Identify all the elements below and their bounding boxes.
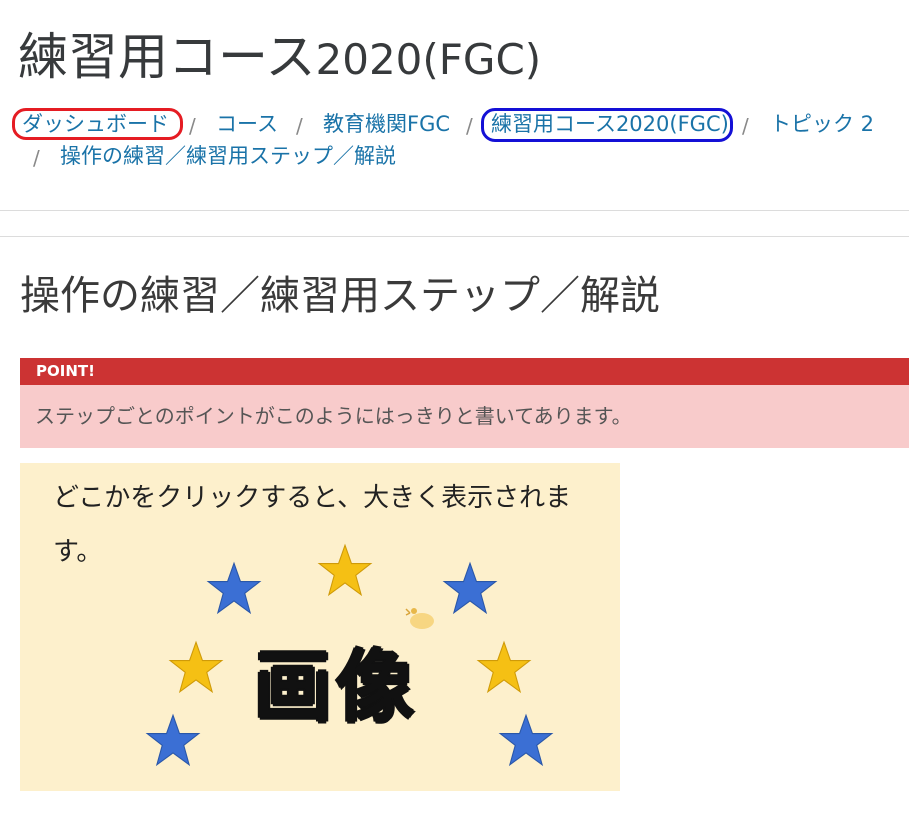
breadcrumb-separator: / <box>33 146 40 170</box>
breadcrumb-institution[interactable]: 教育機関FGC <box>323 110 450 138</box>
breadcrumb-current-page[interactable]: 操作の練習／練習用ステップ／解説 <box>60 142 396 170</box>
point-callout: POINT! ステップごとのポイントがこのようにはっきりと書いてあります。 <box>20 358 909 448</box>
gold-star-icon <box>476 640 532 694</box>
blue-star-icon <box>206 561 262 615</box>
red-highlight-ellipse <box>12 108 183 140</box>
blue-star-icon <box>145 713 201 767</box>
divider <box>0 210 909 211</box>
course-title-main: 練習用コース <box>18 28 316 86</box>
breadcrumb-separator: / <box>296 114 303 138</box>
blue-star-icon <box>442 561 498 615</box>
point-text: ステップごとのポイントがこのようにはっきりと書いてあります。 <box>35 404 632 428</box>
clickable-image[interactable]: どこかをクリックすると、大きく表示されます。 画像 <box>20 463 620 791</box>
breadcrumb-topic[interactable]: トピック 2 <box>770 110 874 138</box>
gold-star-icon <box>168 640 224 694</box>
breadcrumb-separator: / <box>189 114 196 138</box>
breadcrumb-separator: / <box>742 114 749 138</box>
blue-highlight-ellipse <box>481 108 733 142</box>
breadcrumb-separator: / <box>466 114 473 138</box>
gold-star-icon <box>317 543 373 597</box>
blue-star-icon <box>498 713 554 767</box>
image-placeholder-word: 画像 <box>254 643 419 733</box>
divider <box>0 236 909 237</box>
course-title-suffix: 2020(FGC) <box>315 35 542 84</box>
course-title: 練習用コース2020(FGC) <box>18 22 541 95</box>
point-label: POINT! <box>20 358 909 385</box>
page-heading: 操作の練習／練習用ステップ／解説 <box>20 273 660 319</box>
breadcrumb-courses[interactable]: コース <box>216 110 278 138</box>
